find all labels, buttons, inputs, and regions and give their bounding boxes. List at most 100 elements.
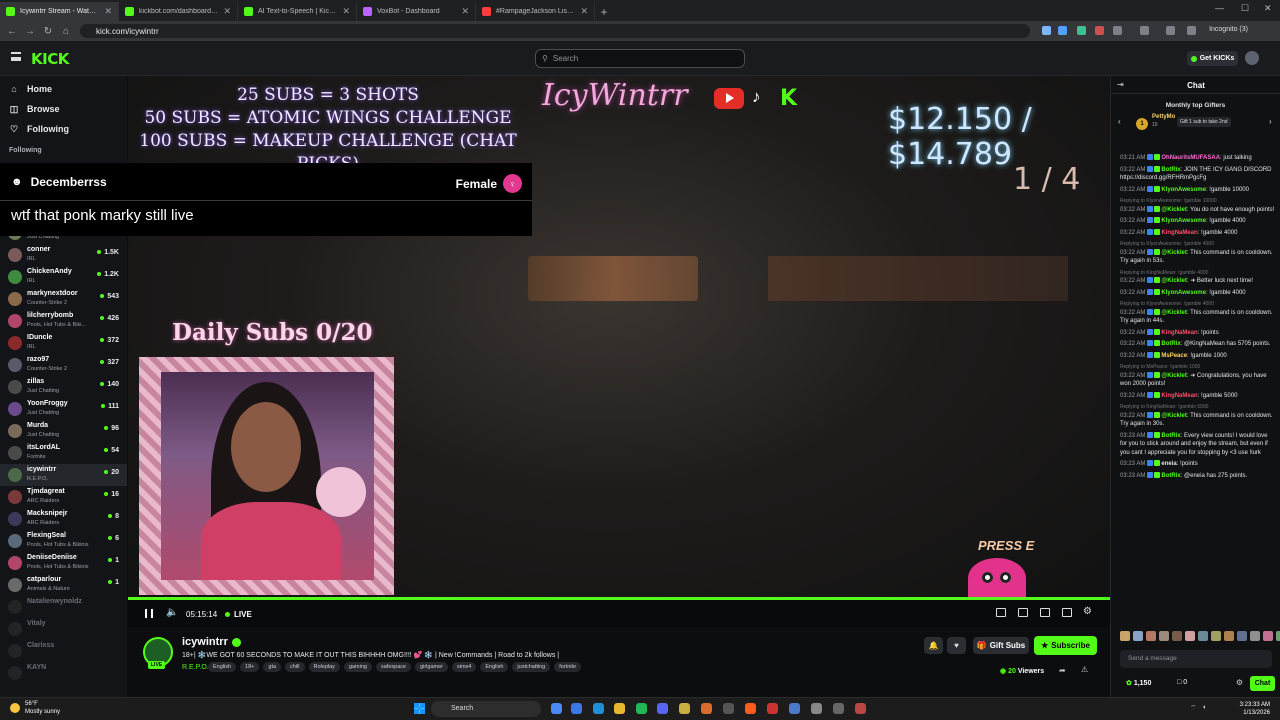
stream-tag[interactable]: justchatting bbox=[512, 662, 551, 672]
sidebar-channel-conner[interactable]: conner IRL 1.5K bbox=[0, 244, 127, 266]
chat-username[interactable]: BotRix bbox=[1161, 473, 1180, 479]
sidebar-channel-itslordal[interactable]: itsLordAL Fortnite 54 bbox=[0, 442, 127, 464]
chat-send-button[interactable]: Chat bbox=[1250, 676, 1275, 691]
home-browser-icon[interactable]: ⌂ bbox=[57, 26, 75, 37]
stream-tag[interactable]: girlgamer bbox=[415, 662, 448, 672]
chat-username[interactable]: BotRix bbox=[1161, 341, 1180, 347]
weather-widget[interactable]: 56°F Mostly sunny bbox=[10, 700, 60, 716]
sidebar-channel-chickenandy[interactable]: ChickenAndy IRL 1.2K bbox=[0, 266, 127, 288]
user-avatar[interactable] bbox=[1245, 51, 1259, 65]
chat-username[interactable]: KlyonAwesome bbox=[1161, 187, 1206, 193]
app-icon[interactable] bbox=[811, 703, 822, 714]
spotify-icon[interactable] bbox=[636, 703, 647, 714]
chevron-left-icon[interactable]: ‹ bbox=[1118, 117, 1121, 126]
close-tab-icon[interactable]: ✕ bbox=[104, 6, 112, 17]
emote-icon[interactable] bbox=[1211, 631, 1221, 641]
chat-username[interactable]: KlyonAwesome bbox=[1161, 218, 1206, 224]
sidebar-channel-icywintrr[interactable]: icywintrr R.E.P.O. 20 bbox=[0, 464, 127, 486]
chat-username[interactable]: KingNaMean bbox=[1161, 330, 1197, 336]
chevron-right-icon[interactable]: › bbox=[1269, 117, 1272, 126]
chat-username[interactable]: OhNauritsMUFASAA bbox=[1161, 155, 1220, 161]
emote-icon[interactable] bbox=[1185, 631, 1195, 641]
chat-username[interactable]: MsPeace bbox=[1161, 353, 1187, 359]
emote-icon[interactable] bbox=[1172, 631, 1182, 641]
emote-icon[interactable] bbox=[1237, 631, 1247, 641]
kicks-balance[interactable]: ✿ 1,150 bbox=[1126, 679, 1151, 687]
extensions-puzzle-icon[interactable] bbox=[1113, 26, 1122, 35]
wifi-icon[interactable]: ⌔ bbox=[1190, 704, 1197, 713]
close-window-icon[interactable]: ✕ bbox=[1264, 3, 1272, 14]
stream-category[interactable]: R.E.P.O. bbox=[182, 664, 209, 671]
nav-item-home[interactable]: ⌂ Home bbox=[0, 79, 127, 99]
volume-icon[interactable]: 🔈 bbox=[166, 607, 178, 618]
hamburger-menu-icon[interactable] bbox=[11, 52, 21, 61]
chat-username[interactable]: @Kicklet bbox=[1161, 373, 1187, 379]
wide-mode-icon[interactable] bbox=[1040, 608, 1050, 617]
nav-item-following[interactable]: ♡ Following bbox=[0, 119, 127, 139]
app-icon[interactable] bbox=[767, 703, 778, 714]
url-field[interactable]: kick.com/icywintrr bbox=[80, 24, 1030, 38]
sidebar-channel-yoonfroggy[interactable]: YoonFroggy Just Chatting 111 bbox=[0, 398, 127, 420]
chat-username[interactable]: BotRix bbox=[1161, 167, 1180, 173]
sidebar-channel-catparlour[interactable]: catparlour Animals & Nature 1 bbox=[0, 574, 127, 596]
emote-icon[interactable] bbox=[1120, 631, 1130, 641]
nav-item-browse[interactable]: ◫ Browse bbox=[0, 99, 127, 119]
kick-logo[interactable]: KICK bbox=[31, 50, 69, 68]
minimize-icon[interactable]: — bbox=[1215, 3, 1224, 13]
sidebar-channel-razo97[interactable]: razo97 Counter-Strike 2 327 bbox=[0, 354, 127, 376]
app-icon[interactable] bbox=[855, 703, 866, 714]
stream-tag[interactable]: English bbox=[208, 662, 237, 672]
pause-icon[interactable] bbox=[145, 609, 153, 618]
emote-icon[interactable] bbox=[1133, 631, 1143, 641]
stream-tag[interactable]: safespace bbox=[375, 662, 412, 672]
extension-icon[interactable] bbox=[1095, 26, 1104, 35]
app-icon[interactable] bbox=[723, 703, 734, 714]
sidebar-channel-tjmdagreat[interactable]: Tjmdagreat ARC Raiders 16 bbox=[0, 486, 127, 508]
fullscreen-icon[interactable] bbox=[1062, 608, 1072, 617]
emote-icon[interactable] bbox=[1146, 631, 1156, 641]
sidebar-channel-macksnipejr[interactable]: Macksnipejr ARC Raiders 8 bbox=[0, 508, 127, 530]
sidebar-channel-kayn[interactable]: KAYN bbox=[0, 662, 127, 684]
app-icon[interactable] bbox=[789, 703, 800, 714]
chat-username[interactable]: BotRix bbox=[1161, 433, 1180, 439]
follow-heart-button[interactable]: ♥ bbox=[947, 637, 966, 654]
gifter-name[interactable]: PettyMo bbox=[1152, 114, 1175, 120]
extension-icon[interactable] bbox=[1077, 26, 1086, 35]
emote-icon[interactable] bbox=[1250, 631, 1260, 641]
emote-icon[interactable] bbox=[1263, 631, 1273, 641]
chat-username[interactable]: @Kicklet bbox=[1161, 278, 1187, 284]
sidebar-channel-natalienwynoldz[interactable]: Natalienwynoldz bbox=[0, 596, 127, 618]
chat-settings-icon[interactable]: ⚙ bbox=[1236, 678, 1243, 687]
sidebar-channel-lilcherrybomb[interactable]: lilcherrybomb Pools, Hot Tubs & Biki... 42… bbox=[0, 310, 127, 332]
chat-username[interactable]: KingNaMean bbox=[1161, 230, 1197, 236]
forward-icon[interactable]: → bbox=[21, 26, 39, 37]
channel-name[interactable]: icywintrr bbox=[182, 636, 241, 648]
app-icon[interactable] bbox=[833, 703, 844, 714]
incognito-badge[interactable]: Incognito (3) bbox=[1209, 26, 1248, 33]
emote-icon[interactable] bbox=[1276, 631, 1280, 641]
discord-icon[interactable] bbox=[657, 703, 668, 714]
taskbar-search[interactable]: Search bbox=[431, 701, 541, 717]
share-icon[interactable]: ➦ bbox=[1059, 666, 1066, 675]
windows-start-icon[interactable] bbox=[414, 703, 425, 714]
video-player[interactable]: 25 SUBS = 3 SHOTS 50 SUBS = ATOMIC WINGS … bbox=[128, 76, 1110, 604]
report-flag-icon[interactable]: ⚠ bbox=[1081, 665, 1088, 674]
edge-icon[interactable] bbox=[593, 703, 604, 714]
chat-username[interactable]: @Kicklet bbox=[1161, 310, 1187, 316]
taskbar-clock[interactable]: 3:23:33 AM 1/13/2026 bbox=[1240, 701, 1270, 717]
sidebar-channel-zillas[interactable]: zillas Just Chatting 140 bbox=[0, 376, 127, 398]
sidebar-channel-iduncle[interactable]: IDuncle IRL 372 bbox=[0, 332, 127, 354]
browser-tab[interactable]: #RampageJackson Lists All The... ✕ bbox=[476, 2, 595, 21]
emote-icon[interactable] bbox=[1159, 631, 1169, 641]
browser-tab[interactable]: AI Text-to-Speech | KickBot ✕ bbox=[238, 2, 357, 21]
maximize-icon[interactable]: ☐ bbox=[1241, 3, 1249, 14]
chat-username[interactable]: KlyonAwesome bbox=[1161, 290, 1206, 296]
volume-tray-icon[interactable]: ◖ bbox=[1202, 704, 1206, 711]
emote-icon[interactable] bbox=[1198, 631, 1208, 641]
new-tab-button[interactable]: + bbox=[595, 2, 613, 21]
gift-subs-button[interactable]: 🎁 Gift Subs bbox=[973, 637, 1029, 654]
close-tab-icon[interactable]: ✕ bbox=[342, 6, 350, 17]
back-icon[interactable]: ← bbox=[3, 26, 21, 37]
sidebar-channel-deniisedeniise[interactable]: DeniiseDeniise Pools, Hot Tubs & Bikinis 1 bbox=[0, 552, 127, 574]
chat-username[interactable]: eneia bbox=[1161, 461, 1176, 467]
